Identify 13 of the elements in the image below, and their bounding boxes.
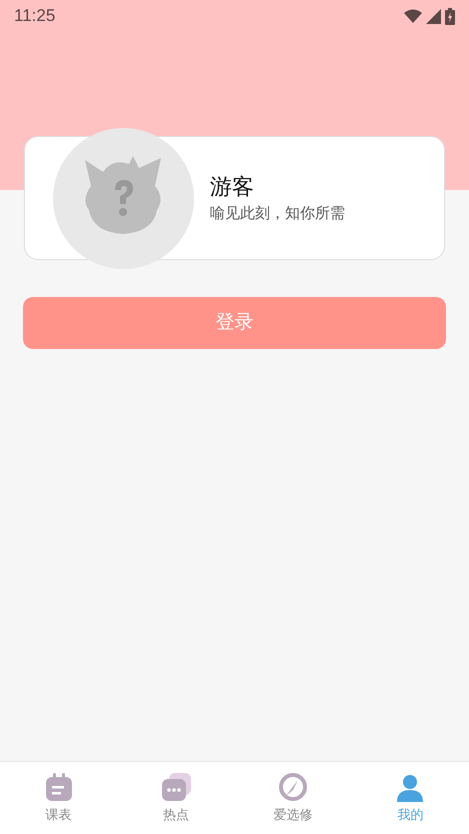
nav-tab[interactable]: 爱选修 — [253, 772, 334, 824]
compass-icon — [277, 772, 310, 802]
login-button[interactable]: 登录 — [23, 297, 446, 349]
nav-tab[interactable]: 热点 — [136, 772, 216, 824]
wifi-icon — [404, 9, 422, 23]
status-time: 11:25 — [14, 5, 56, 28]
user-tagline: 喻见此刻，知你所需 — [210, 204, 345, 224]
nav-tab[interactable]: 课表 — [18, 772, 99, 824]
user-name: 游客 — [210, 173, 255, 202]
signal-icon — [426, 8, 441, 24]
nav-tab[interactable]: 我的 — [370, 772, 450, 824]
battery-icon — [445, 8, 455, 24]
chat-icon — [160, 772, 192, 802]
